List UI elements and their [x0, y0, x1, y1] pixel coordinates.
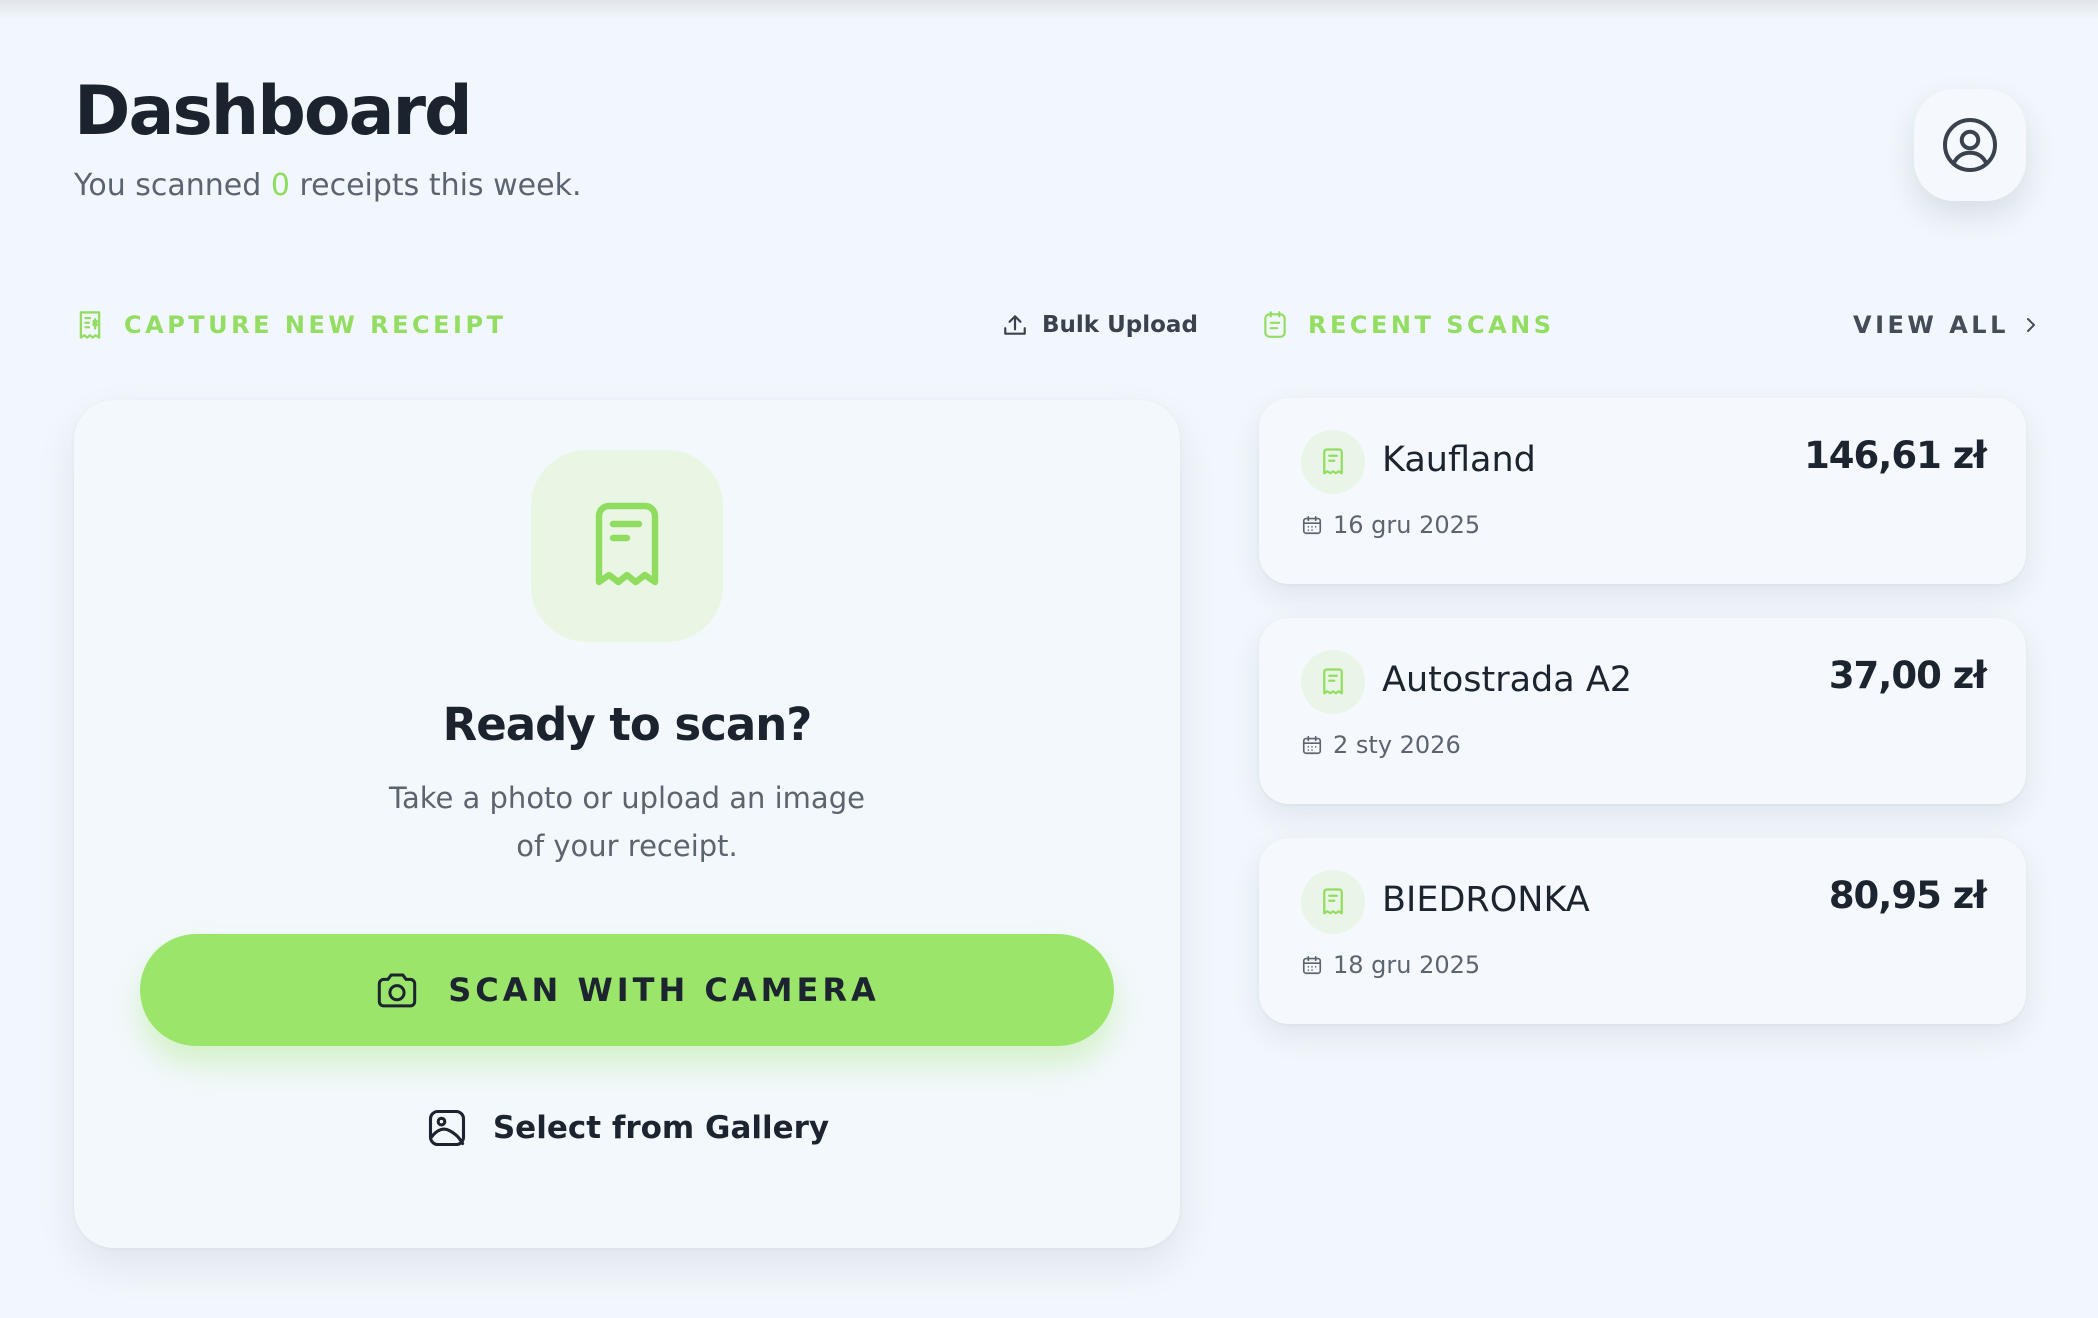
summary-suffix: receipts this week.: [289, 168, 582, 203]
scan-button-label: SCAN WITH CAMERA: [448, 971, 880, 1009]
summary-prefix: You scanned: [74, 168, 271, 203]
scan-date: 16 gru 2025: [1301, 510, 1480, 540]
scan-date: 2 sty 2026: [1301, 730, 1461, 760]
view-all-label: VIEW ALL: [1853, 311, 2009, 339]
select-from-gallery-button[interactable]: Select from Gallery: [74, 1100, 1180, 1156]
capture-section-label: CAPTURE NEW RECEIPT: [124, 311, 507, 339]
scan-date: 18 gru 2025: [1301, 950, 1480, 980]
receipt-icon: [595, 502, 659, 586]
top-shadow: [0, 0, 2098, 20]
receipt-icon: [1323, 888, 1343, 915]
calendar-icon: [1302, 515, 1322, 535]
receipt-icon: [1264, 311, 1286, 338]
user-circle-icon: [1943, 118, 1997, 172]
scan-date-text: 2 sty 2026: [1333, 731, 1461, 759]
receipt-icon-badge: [1301, 650, 1365, 714]
recent-scan-card[interactable]: BIEDRONKA 80,95 zł 18 gru 2025: [1259, 838, 2026, 1024]
capture-card: Ready to scan? Take a photo or upload an…: [74, 400, 1180, 1248]
store-name: Autostrada A2: [1382, 660, 1633, 700]
receipt-icon-badge: [1301, 870, 1365, 934]
receipt-icon: [1323, 668, 1343, 695]
ready-heading: Ready to scan?: [442, 698, 813, 751]
recent-section-label: RECENT SCANS: [1308, 311, 1555, 339]
recent-section-header: RECENT SCANS: [1262, 308, 1555, 342]
chevron-right-icon: [2026, 318, 2035, 332]
image-icon: [428, 1109, 465, 1147]
page-title: Dashboard: [74, 72, 473, 151]
scan-amount: 80,95 zł: [1828, 874, 1987, 917]
receipt-icon: [1323, 448, 1343, 475]
view-all-link[interactable]: VIEW ALL: [1853, 308, 2039, 342]
capture-section-header: CAPTURE NEW RECEIPT: [76, 308, 506, 342]
gallery-button-label: Select from Gallery: [492, 1110, 830, 1146]
upload-icon: [1004, 315, 1026, 335]
bulk-upload-button[interactable]: Bulk Upload: [1002, 308, 1198, 342]
recent-scan-card[interactable]: Autostrada A2 37,00 zł 2 sty 2026: [1259, 618, 2026, 804]
scan-amount: 146,61 zł: [1804, 434, 1987, 477]
scan-date-text: 18 gru 2025: [1333, 951, 1481, 979]
weekly-summary: You scanned 0 receipts this week.: [74, 168, 581, 203]
receipt-illustration: [531, 450, 723, 642]
receipt-count: 0: [270, 168, 290, 203]
description-line: Take a photo or upload an image: [389, 781, 865, 815]
scan-date-text: 16 gru 2025: [1333, 511, 1481, 539]
calendar-icon: [1302, 955, 1322, 975]
ready-description: Take a photo or upload an image of your …: [74, 774, 1180, 870]
scan-amount: 37,00 zł: [1828, 654, 1987, 697]
calendar-icon: [1302, 735, 1322, 755]
scan-with-camera-button[interactable]: SCAN WITH CAMERA: [140, 934, 1114, 1046]
recent-scan-card[interactable]: Kaufland 146,61 zł 16 gru 2025: [1259, 398, 2026, 584]
store-name: Kaufland: [1382, 440, 1536, 480]
profile-button[interactable]: [1914, 89, 2026, 201]
receipt-icon: [79, 311, 101, 339]
description-line: of your receipt.: [516, 829, 738, 863]
camera-icon: [378, 973, 417, 1008]
store-name: BIEDRONKA: [1382, 880, 1590, 920]
receipt-icon-badge: [1301, 430, 1365, 494]
bulk-upload-label: Bulk Upload: [1042, 312, 1198, 338]
